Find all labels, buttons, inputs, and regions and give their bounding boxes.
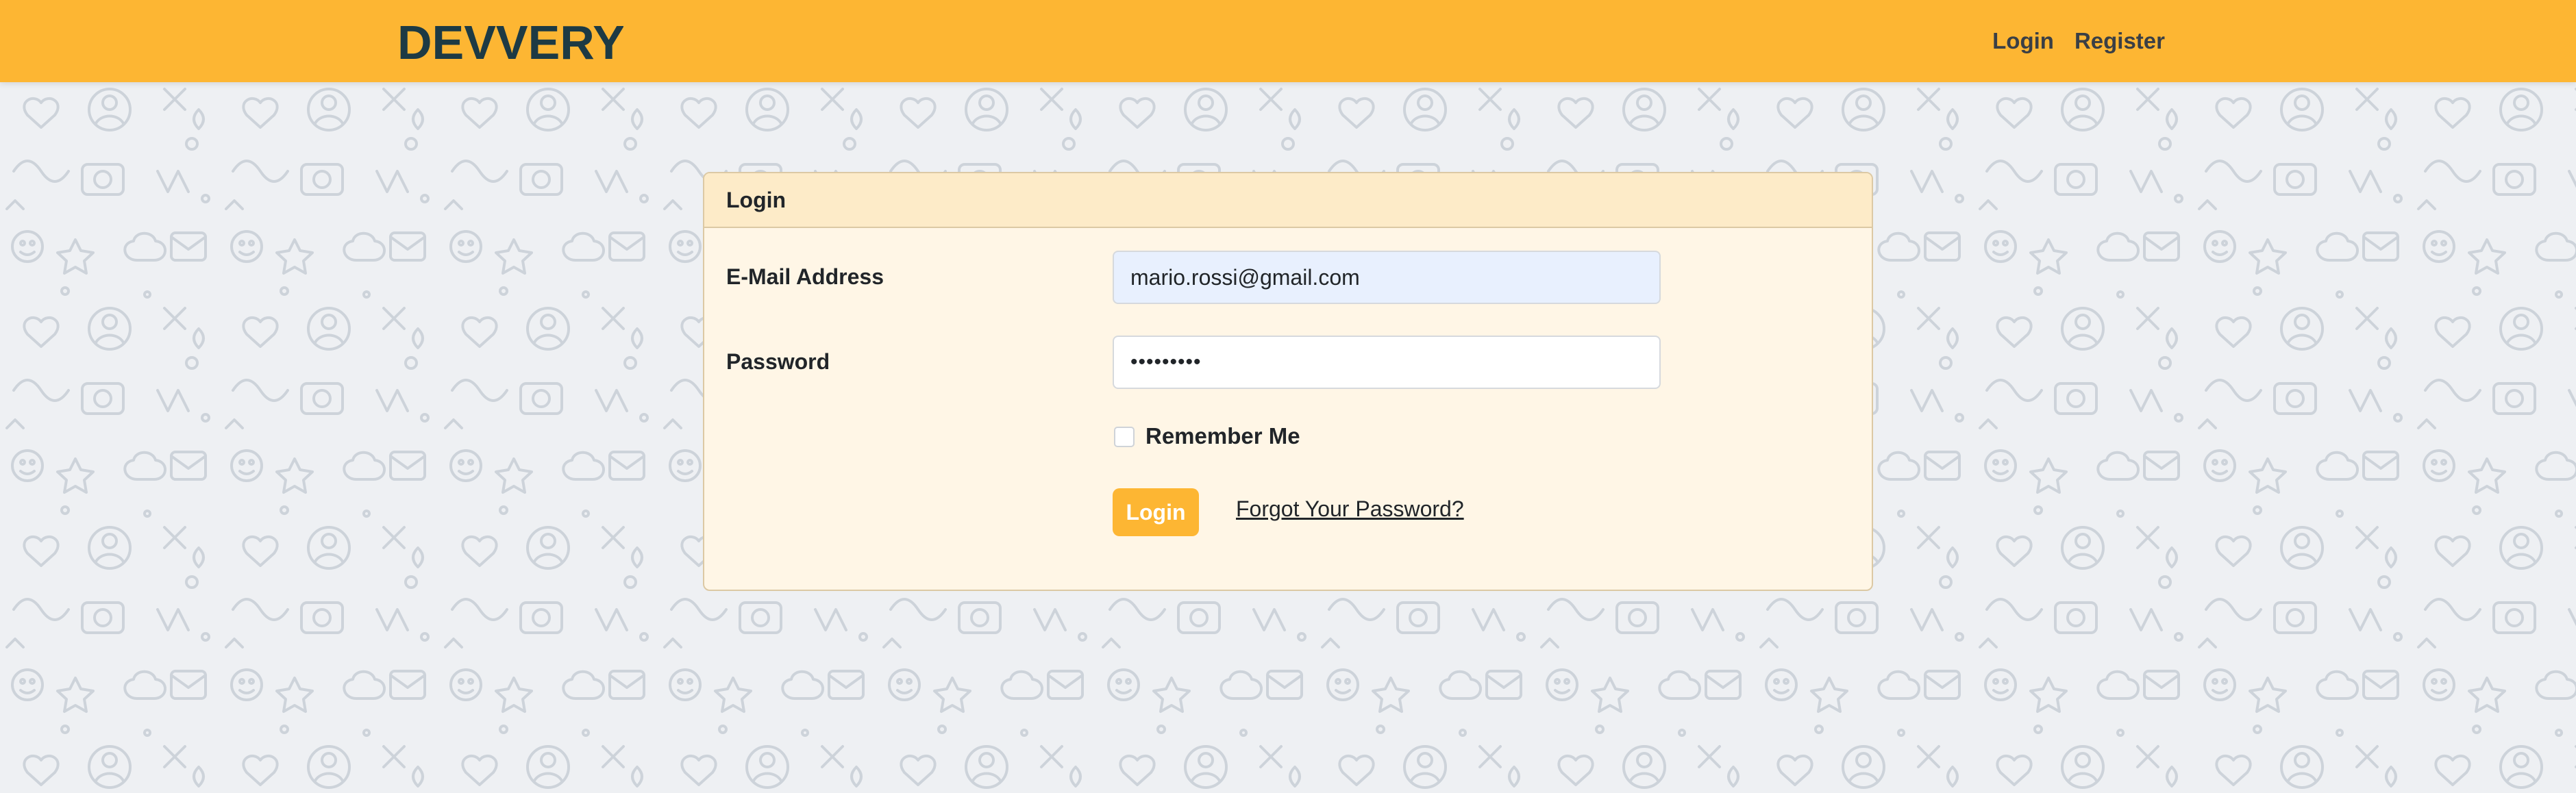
email-label: E-Mail Address <box>726 264 884 289</box>
forgot-password-link[interactable]: Forgot Your Password? <box>1236 496 1464 522</box>
devvery-logo-icon: DEVVERY <box>397 16 623 69</box>
brand-name: DEVVERY <box>397 16 623 69</box>
top-navbar: DEVVERY Login Register <box>0 0 2576 82</box>
login-card: Login E-Mail Address mario.rossi@gmail.c… <box>703 172 1873 591</box>
remember-me-checkbox[interactable] <box>1114 427 1135 447</box>
nav-links: Login Register <box>1992 0 2165 82</box>
login-submit-button[interactable]: Login <box>1113 488 1199 536</box>
login-card-header: Login <box>704 173 1872 228</box>
password-value: ••••••••• <box>1130 351 1202 373</box>
brand-logo[interactable]: DEVVERY <box>397 12 623 70</box>
nav-register-link[interactable]: Register <box>2075 28 2165 54</box>
remember-me-label[interactable]: Remember Me <box>1145 423 1300 449</box>
email-value: mario.rossi@gmail.com <box>1130 264 1360 290</box>
login-card-title: Login <box>726 187 787 212</box>
password-label: Password <box>726 349 830 374</box>
password-field[interactable]: ••••••••• <box>1113 336 1661 389</box>
email-field[interactable]: mario.rossi@gmail.com <box>1113 251 1661 304</box>
nav-login-link[interactable]: Login <box>1992 28 2054 54</box>
